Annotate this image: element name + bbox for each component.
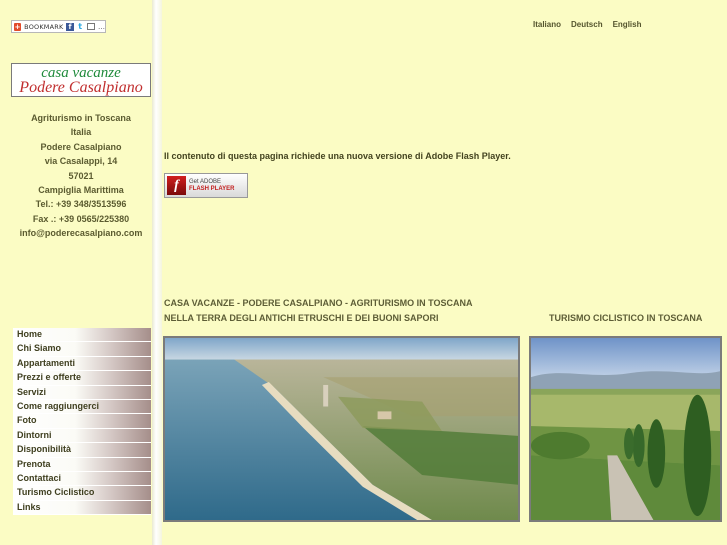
menu-item-come-raggiungerci[interactable]: Come raggiungerci xyxy=(13,399,151,415)
menu-item-servizi[interactable]: Servizi xyxy=(13,385,151,400)
language-deutsch[interactable]: Deutsch xyxy=(571,20,603,29)
language-selector: Italiano Deutsch English xyxy=(533,20,641,29)
address-line: Podere Casalpiano xyxy=(40,141,122,152)
menu-item-chi-siamo[interactable]: Chi Siamo xyxy=(13,342,151,357)
bookmark-share-button[interactable]: + BOOKMARK f t … xyxy=(11,20,106,33)
menu-item-appartamenti[interactable]: Appartamenti xyxy=(13,356,151,372)
coast-aerial-photo[interactable] xyxy=(163,336,520,522)
cycling-headline: TURISMO CICLISTICO IN TOSCANA xyxy=(549,313,703,323)
menu-item-foto[interactable]: Foto xyxy=(13,414,151,429)
twitter-icon[interactable]: t xyxy=(77,22,84,31)
fax-number: Fax .: +39 0565/225380 xyxy=(32,213,130,224)
email-link[interactable]: info@poderecasalpiano.com xyxy=(0,226,162,240)
more-icon[interactable]: … xyxy=(98,23,105,31)
menu-item-contattaci[interactable]: Contattaci xyxy=(13,471,151,487)
logo-line-2: Podere Casalpiano xyxy=(19,79,143,96)
get-flash-player-button[interactable]: f Get ADOBE FLASH PLAYER xyxy=(164,173,248,198)
sidebar-divider xyxy=(152,0,162,545)
address-line: Italia xyxy=(70,127,92,138)
language-english[interactable]: English xyxy=(613,20,642,29)
facebook-icon[interactable]: f xyxy=(66,22,74,31)
get-flash-label-line1: Get ADOBE xyxy=(189,178,222,185)
address-line: Agriturismo in Toscana xyxy=(31,113,131,123)
address-line: Campiglia Marittima xyxy=(38,185,124,196)
contact-address: Agriturismo in Toscana Italia Podere Cas… xyxy=(0,111,162,241)
address-line: 57021 xyxy=(68,170,94,181)
main-menu: Home Chi Siamo Appartamenti Prezzi e off… xyxy=(13,328,151,516)
main-subheadline: NELLA TERRA DEGLI ANTICHI ETRUSCHI E DEI… xyxy=(164,313,439,323)
site-logo[interactable]: casa vacanze Podere Casalpiano xyxy=(11,63,151,97)
cycling-road-photo[interactable] xyxy=(529,336,722,522)
get-flash-label: Get ADOBE FLASH PLAYER xyxy=(189,179,234,193)
address-line: via Casalappi, 14 xyxy=(44,156,118,167)
phone-number: Tel.: +39 348/3513596 xyxy=(35,199,127,210)
menu-item-home[interactable]: Home xyxy=(13,328,151,343)
menu-item-turismo-ciclistico[interactable]: Turismo Ciclistico xyxy=(13,486,151,501)
flash-required-message: Il contenuto di questa pagina richiede u… xyxy=(164,151,511,161)
get-flash-label-line2: FLASH PLAYER xyxy=(189,185,235,192)
menu-item-links[interactable]: Links xyxy=(13,500,151,516)
bookmark-label: BOOKMARK xyxy=(24,22,64,31)
main-headline: CASA VACANZE - PODERE CASALPIANO - AGRIT… xyxy=(164,298,473,308)
bookmark-plus-icon: + xyxy=(14,22,22,31)
menu-item-disponibilita[interactable]: Disponibilità xyxy=(13,443,151,458)
menu-item-prezzi-offerte[interactable]: Prezzi e offerte xyxy=(13,371,151,386)
menu-item-prenota[interactable]: Prenota xyxy=(13,457,151,472)
menu-item-dintorni[interactable]: Dintorni xyxy=(13,428,151,444)
cycling-road-image xyxy=(531,338,720,520)
email-icon[interactable] xyxy=(86,23,96,30)
adobe-flash-icon: f xyxy=(167,176,186,195)
language-italiano[interactable]: Italiano xyxy=(533,20,561,29)
coast-aerial-image xyxy=(165,338,518,520)
